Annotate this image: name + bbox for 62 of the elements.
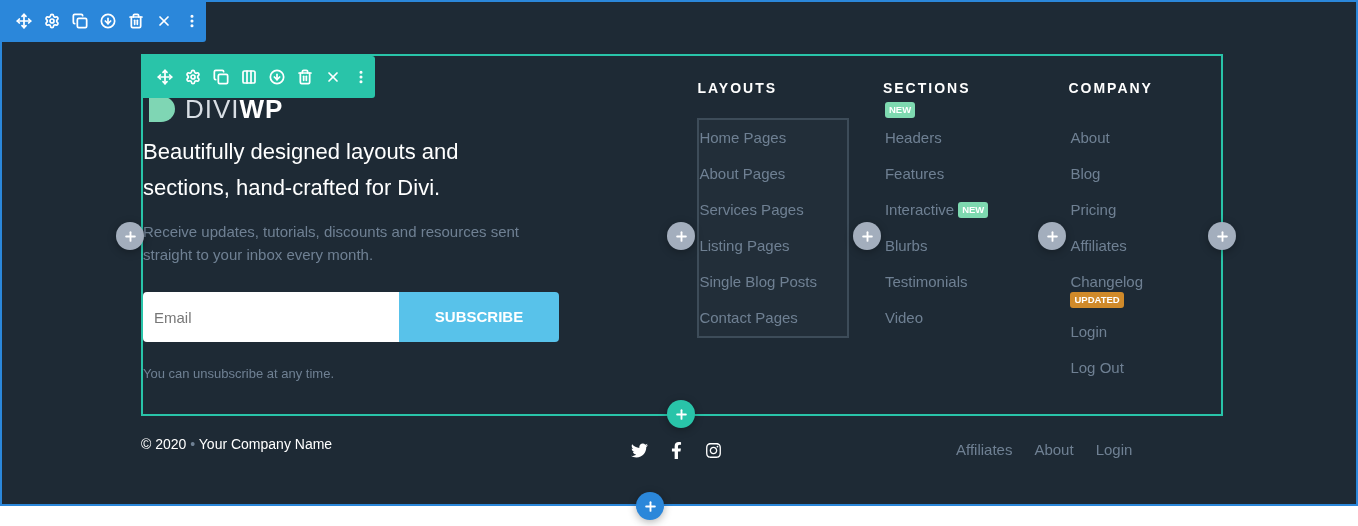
nav-link[interactable]: Video [884, 306, 924, 330]
add-button[interactable] [636, 492, 664, 520]
duplicate-icon[interactable] [211, 67, 231, 87]
nav-link[interactable]: Interactive [884, 198, 955, 222]
footer-link[interactable]: Affiliates [956, 438, 1013, 462]
nav-link[interactable]: Log Out [1070, 356, 1124, 380]
add-button[interactable] [1208, 222, 1236, 250]
add-button[interactable] [853, 222, 881, 250]
delete-icon[interactable] [126, 11, 146, 31]
headline: Beautifully designed layouts and sections, hand-crafted for Divi. [143, 138, 460, 202]
menu-heading: SECTIONS [882, 79, 972, 98]
add-button[interactable] [667, 400, 695, 428]
move-icon[interactable] [14, 11, 34, 31]
nav-link[interactable]: Pricing [1070, 198, 1117, 222]
footer-link[interactable]: About [1034, 438, 1074, 462]
subscribe-button[interactable]: SUBSCRIBE [399, 292, 559, 342]
nav-link[interactable]: Contact Pages [699, 306, 798, 330]
badge: NEW [884, 102, 916, 118]
move-icon[interactable] [155, 67, 175, 87]
badge: NEW [958, 202, 989, 218]
settings-icon[interactable] [42, 11, 62, 31]
nav-link[interactable]: Blurbs [884, 234, 928, 258]
nav-link[interactable]: Single Blog Posts [699, 270, 817, 294]
plus-icon [673, 406, 689, 422]
nav-link[interactable]: Headers [884, 126, 942, 150]
plus-icon [1044, 228, 1060, 244]
nav-link[interactable]: Listing Pages [699, 234, 790, 258]
nav-link[interactable]: Changelog [1070, 270, 1143, 294]
nav-link[interactable]: Login [1070, 320, 1108, 344]
email-field[interactable]: Email [143, 292, 399, 342]
nav-link[interactable]: Blog [1070, 162, 1101, 186]
save-icon[interactable] [267, 67, 287, 87]
settings-icon[interactable] [183, 67, 203, 87]
nav-link[interactable]: Features [884, 162, 945, 186]
add-button[interactable] [1038, 222, 1066, 250]
save-icon[interactable] [98, 11, 118, 31]
nav-link[interactable]: Services Pages [699, 198, 804, 222]
note: You can unsubscribe at any time. [143, 365, 336, 383]
description: Receive updates, tutorials, discounts and resources sent straight to your inbox every month. [143, 222, 521, 265]
plus-icon [642, 498, 658, 514]
footer-link[interactable]: Login [1095, 438, 1133, 462]
nav-link[interactable]: About [1070, 126, 1110, 150]
delete-icon[interactable] [295, 67, 315, 87]
nav-link[interactable]: Home Pages [699, 126, 787, 150]
plus-icon [673, 228, 689, 244]
menu-heading: COMPANY [1068, 79, 1154, 98]
nav-link[interactable]: About Pages [699, 162, 786, 186]
plus-icon [122, 228, 138, 244]
add-button[interactable] [116, 222, 144, 250]
nav-link[interactable]: Testimonials [884, 270, 968, 294]
plus-icon [1214, 228, 1230, 244]
add-button[interactable] [667, 222, 695, 250]
bird-icon[interactable] [631, 441, 648, 459]
copyright: © 2020 • Your Company Name [141, 435, 334, 454]
duplicate-icon[interactable] [70, 11, 90, 31]
nav-link[interactable]: Affiliates [1070, 234, 1127, 258]
columns-icon[interactable] [239, 67, 259, 87]
menu-heading: LAYOUTS [697, 79, 779, 98]
badge: UPDATED [1070, 292, 1124, 308]
plus-icon [859, 228, 875, 244]
instagram-icon[interactable] [705, 441, 722, 459]
logo-text: DIVIWP [185, 96, 284, 122]
